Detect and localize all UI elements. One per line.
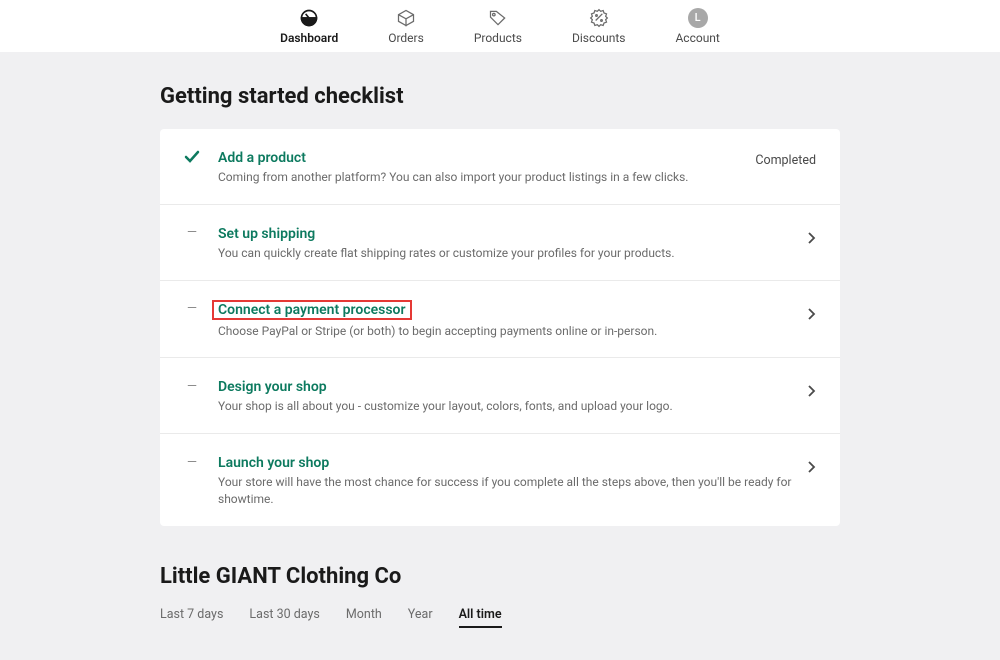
item-title: Add a product xyxy=(218,150,306,166)
nav-label: Account xyxy=(675,31,719,45)
nav-products[interactable]: Products xyxy=(474,8,522,45)
item-desc: Your shop is all about you - customize y… xyxy=(218,398,808,415)
chevron-right-icon xyxy=(808,458,816,477)
store-name-title: Little GIANT Clothing Co xyxy=(160,564,840,589)
nav-orders[interactable]: Orders xyxy=(388,8,424,45)
tab-year[interactable]: Year xyxy=(408,607,433,628)
item-body: Launch your shop Your store will have th… xyxy=(218,452,808,508)
nav-label: Orders xyxy=(388,31,424,45)
nav-label: Products xyxy=(474,31,522,45)
item-body: Design your shop Your shop is all about … xyxy=(218,376,808,415)
completed-label: Completed xyxy=(755,153,816,168)
item-expand xyxy=(808,382,816,401)
checklist-item-add-product[interactable]: Add a product Coming from another platfo… xyxy=(160,129,840,205)
nav-dashboard[interactable]: Dashboard xyxy=(280,8,338,45)
orders-icon xyxy=(396,8,416,28)
item-desc: You can quickly create flat shipping rat… xyxy=(218,245,808,262)
chevron-right-icon xyxy=(808,305,816,324)
item-desc: Choose PayPal or Stripe (or both) to beg… xyxy=(218,323,808,340)
tab-last-7-days[interactable]: Last 7 days xyxy=(160,607,223,628)
dash-icon: — xyxy=(184,378,200,394)
item-body: Connect a payment processor Choose PayPa… xyxy=(218,299,808,340)
item-title: Connect a payment processor xyxy=(212,300,412,320)
item-title: Launch your shop xyxy=(218,455,329,471)
account-avatar-icon: L xyxy=(688,8,708,28)
top-navigation: Dashboard Orders Products Discounts L Ac… xyxy=(0,0,1000,52)
tab-all-time[interactable]: All time xyxy=(459,607,502,628)
nav-discounts[interactable]: Discounts xyxy=(572,8,625,45)
dash-icon: — xyxy=(184,301,200,317)
item-status: Completed xyxy=(755,153,816,168)
item-desc: Your store will have the most chance for… xyxy=(218,474,808,508)
nav-account[interactable]: L Account xyxy=(675,8,719,45)
dash-icon: — xyxy=(184,454,200,470)
checklist-item-shipping[interactable]: — Set up shipping You can quickly create… xyxy=(160,205,840,281)
item-desc: Coming from another platform? You can al… xyxy=(218,169,755,186)
item-title: Design your shop xyxy=(218,379,327,395)
nav-label: Dashboard xyxy=(280,31,338,45)
chevron-right-icon xyxy=(808,229,816,248)
checklist-item-payment[interactable]: — Connect a payment processor Choose Pay… xyxy=(160,281,840,359)
item-expand xyxy=(808,305,816,324)
checklist-item-launch[interactable]: — Launch your shop Your store will have … xyxy=(160,434,840,526)
tab-last-30-days[interactable]: Last 30 days xyxy=(249,607,319,628)
dash-icon: — xyxy=(184,225,200,241)
item-body: Set up shipping You can quickly create f… xyxy=(218,223,808,262)
tab-month[interactable]: Month xyxy=(346,607,382,628)
products-icon xyxy=(488,8,508,28)
time-range-tabs: Last 7 days Last 30 days Month Year All … xyxy=(160,607,840,628)
checklist-container: Add a product Coming from another platfo… xyxy=(160,129,840,526)
main-content: Getting started checklist Add a product … xyxy=(160,52,840,660)
item-expand xyxy=(808,458,816,477)
chevron-right-icon xyxy=(808,382,816,401)
discounts-icon xyxy=(589,8,609,28)
item-body: Add a product Coming from another platfo… xyxy=(218,147,755,186)
checklist-item-design[interactable]: — Design your shop Your shop is all abou… xyxy=(160,358,840,434)
nav-label: Discounts xyxy=(572,31,625,45)
dashboard-icon xyxy=(299,8,319,28)
item-title: Set up shipping xyxy=(218,226,315,242)
page-title: Getting started checklist xyxy=(160,84,840,109)
item-expand xyxy=(808,229,816,248)
check-icon xyxy=(184,149,200,165)
